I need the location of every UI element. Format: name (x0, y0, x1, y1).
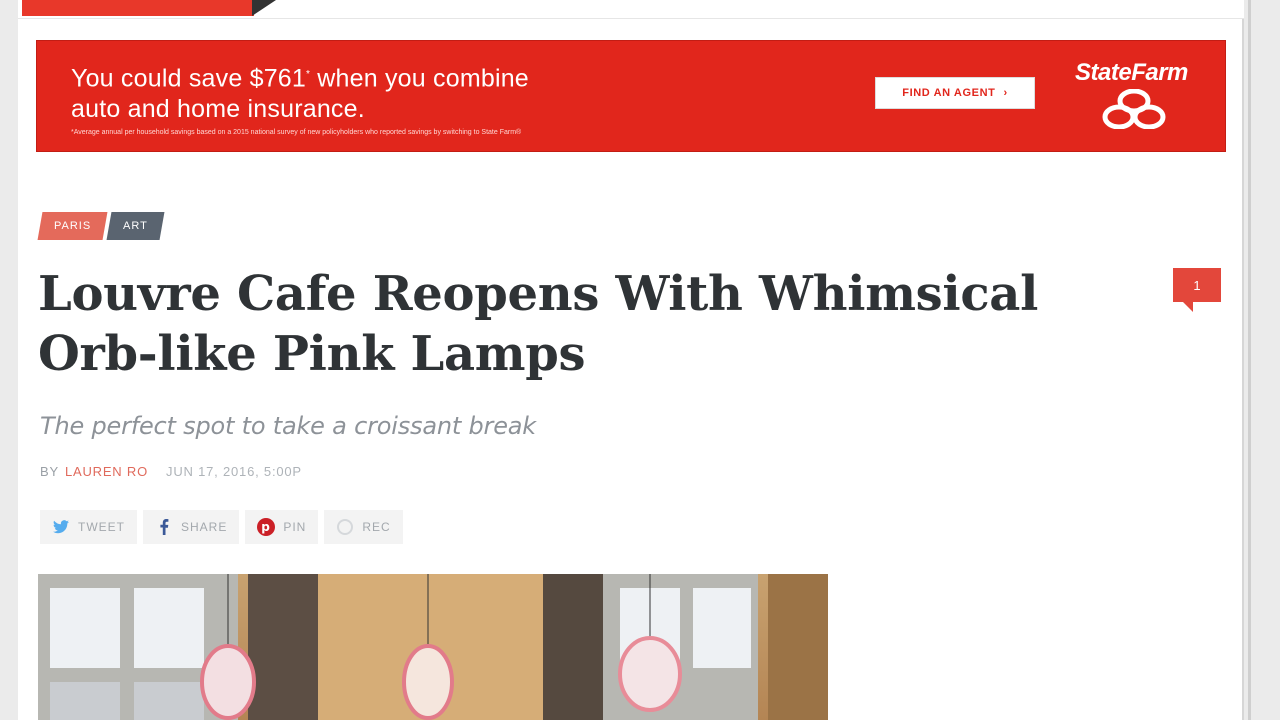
ad-fine-print: *Average annual per household savings ba… (71, 129, 522, 136)
share-label: SHARE (181, 520, 228, 534)
publish-date: JUN 17, 2016, 5:00P (166, 464, 302, 479)
window-scrollbar[interactable] (1242, 0, 1280, 720)
state-farm-logo-icon (1099, 88, 1169, 134)
article-tags: PARIS ART (37, 212, 165, 240)
comment-count-badge[interactable]: 1 (1173, 268, 1221, 312)
comment-count: 1 (1193, 277, 1201, 293)
site-header-accent (22, 0, 254, 16)
article-headline: Louvre Cafe Reopens With Whimsical Orb-l… (38, 266, 1039, 382)
rec-label: REC (362, 520, 391, 534)
recommend-icon (336, 518, 354, 536)
find-an-agent-label: FIND AN AGENT (902, 87, 996, 99)
facebook-share-button[interactable]: SHARE (143, 510, 240, 544)
tweet-button[interactable]: TWEET (40, 510, 137, 544)
recommend-button[interactable]: REC (324, 510, 403, 544)
site-header-notch (252, 0, 276, 16)
hero-image (38, 574, 828, 720)
twitter-icon (52, 518, 70, 536)
tag-art[interactable]: ART (106, 212, 165, 240)
tag-paris[interactable]: PARIS (37, 212, 108, 240)
facebook-icon (155, 518, 173, 536)
ad-headline: You could save $761* when you combine au… (71, 64, 529, 124)
share-bar: TWEET SHARE p PIN REC (40, 510, 403, 544)
ad-brand-name: StateFarm (1075, 59, 1188, 86)
pin-label: PIN (283, 520, 307, 534)
author-link[interactable]: LAUREN RO (65, 464, 148, 479)
byline-prefix: BY (40, 464, 59, 479)
svg-text:p: p (262, 520, 272, 534)
chevron-right-icon: › (1003, 87, 1008, 99)
pinterest-icon: p (257, 518, 276, 536)
ad-banner[interactable]: You could save $761* when you combine au… (36, 40, 1226, 152)
pin-button[interactable]: p PIN (245, 510, 319, 544)
window-left-frame (0, 0, 18, 720)
find-an-agent-button[interactable]: FIND AN AGENT › (875, 77, 1035, 109)
byline: BY LAUREN RO JUN 17, 2016, 5:00P (40, 464, 302, 479)
article-dek: The perfect spot to take a croissant bre… (40, 412, 536, 440)
tweet-label: TWEET (78, 520, 125, 534)
